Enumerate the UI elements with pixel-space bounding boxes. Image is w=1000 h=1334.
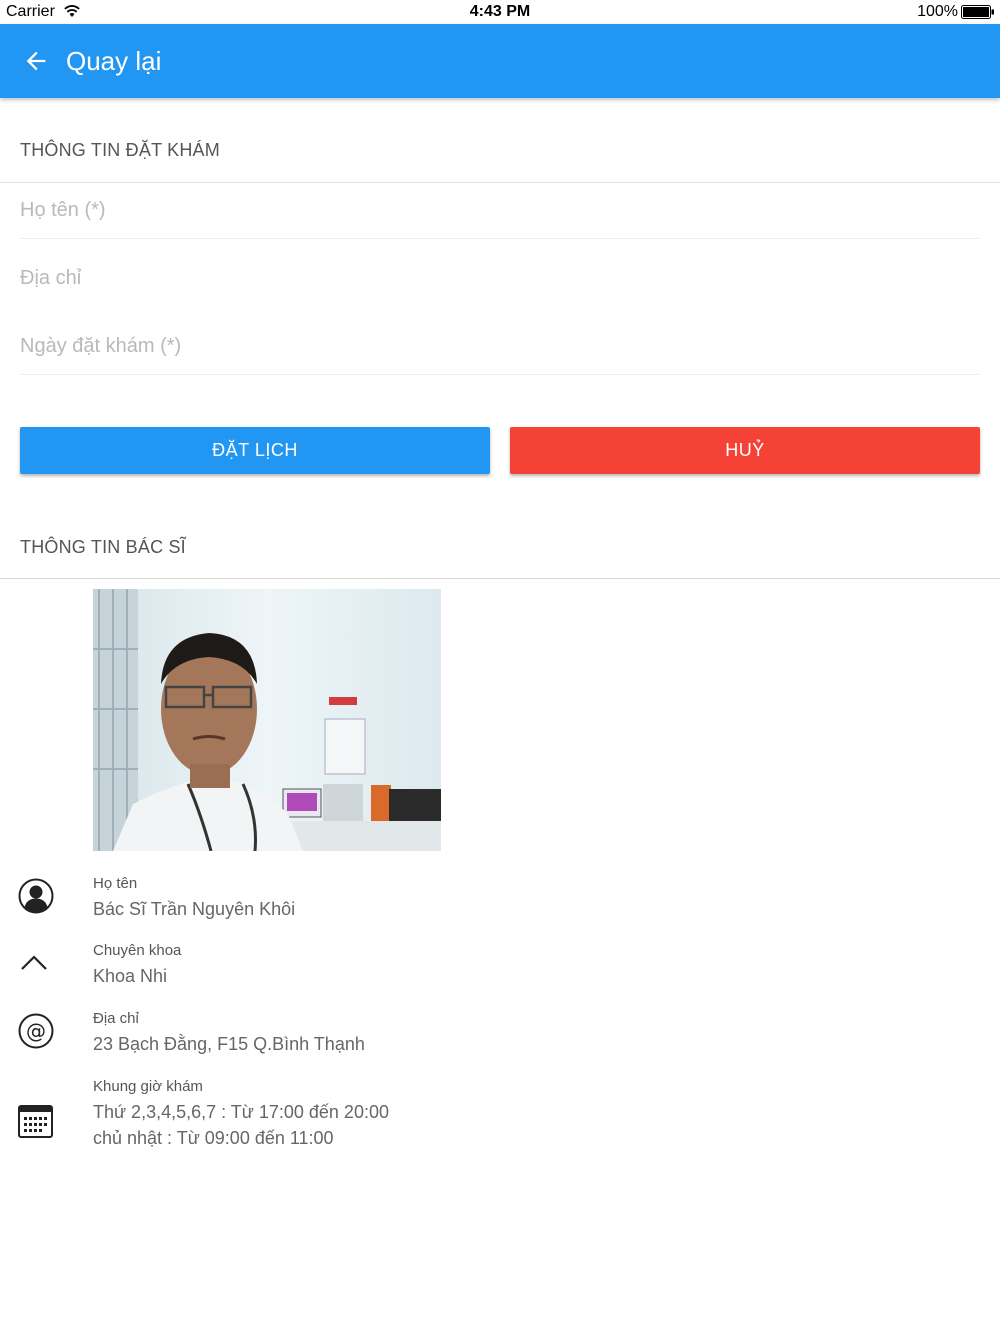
hours-row: Khung giờ khám Thứ 2,3,4,5,6,7 : Từ 17:0…: [0, 1076, 1000, 1156]
address-row: @ Địa chỉ 23 Bạch Đằng, F15 Q.Bình Thạnh: [0, 1008, 1000, 1068]
hours-sunday: chủ nhật : Từ 09:00 đến 11:00: [93, 1128, 334, 1148]
at-sign-icon: @: [18, 1013, 54, 1049]
doctor-name-row: Họ tên Bác Sĩ Trần Nguyên Khôi: [0, 872, 1000, 932]
divider: [0, 578, 1000, 579]
chevron-up-icon: [21, 955, 47, 970]
booking-date-field[interactable]: [20, 319, 980, 374]
doctor-section-title: THÔNG TIN BÁC SĨ: [20, 537, 186, 557]
specialty-label: Chuyên khoa: [93, 942, 182, 959]
calendar-icon: [18, 1105, 53, 1138]
address-label: Địa chỉ: [93, 1010, 139, 1027]
app-bar: Quay lại: [0, 24, 1000, 98]
status-bar: Carrier 4:43 PM 100%: [0, 0, 1000, 24]
name-field[interactable]: [20, 183, 980, 238]
cancel-button[interactable]: HUỶ: [510, 427, 980, 474]
booking-section-title: THÔNG TIN ĐẶT KHÁM: [20, 140, 220, 160]
address-field-wrapper: [20, 251, 980, 307]
back-button[interactable]: Quay lại: [16, 38, 161, 84]
arrow-left-icon: [26, 51, 46, 71]
svg-text:@: @: [26, 1019, 46, 1043]
battery-icon: [961, 5, 994, 19]
hours-weekday: Thứ 2,3,4,5,6,7 : Từ 17:00 đến 20:00: [93, 1102, 389, 1122]
clock-time: 4:43 PM: [469, 3, 531, 20]
address-field[interactable]: [20, 251, 980, 306]
specialty-row: Chuyên khoa Khoa Nhi: [0, 940, 1000, 1000]
name-field-wrapper: [20, 183, 980, 239]
person-icon: [18, 878, 54, 914]
hours-label: Khung giờ khám: [93, 1078, 203, 1095]
doctor-name-label: Họ tên: [93, 875, 138, 892]
battery-percent: 100%: [917, 3, 958, 20]
specialty-value: Khoa Nhi: [93, 966, 168, 986]
back-label: Quay lại: [66, 45, 162, 76]
date-field-wrapper: [20, 319, 980, 375]
address-value: 23 Bạch Đằng, F15 Q.Bình Thạnh: [93, 1034, 365, 1054]
doctor-photo: [93, 589, 441, 851]
book-button[interactable]: ĐẶT LỊCH: [20, 427, 490, 474]
doctor-name-value: Bác Sĩ Trần Nguyên Khôi: [93, 899, 296, 919]
